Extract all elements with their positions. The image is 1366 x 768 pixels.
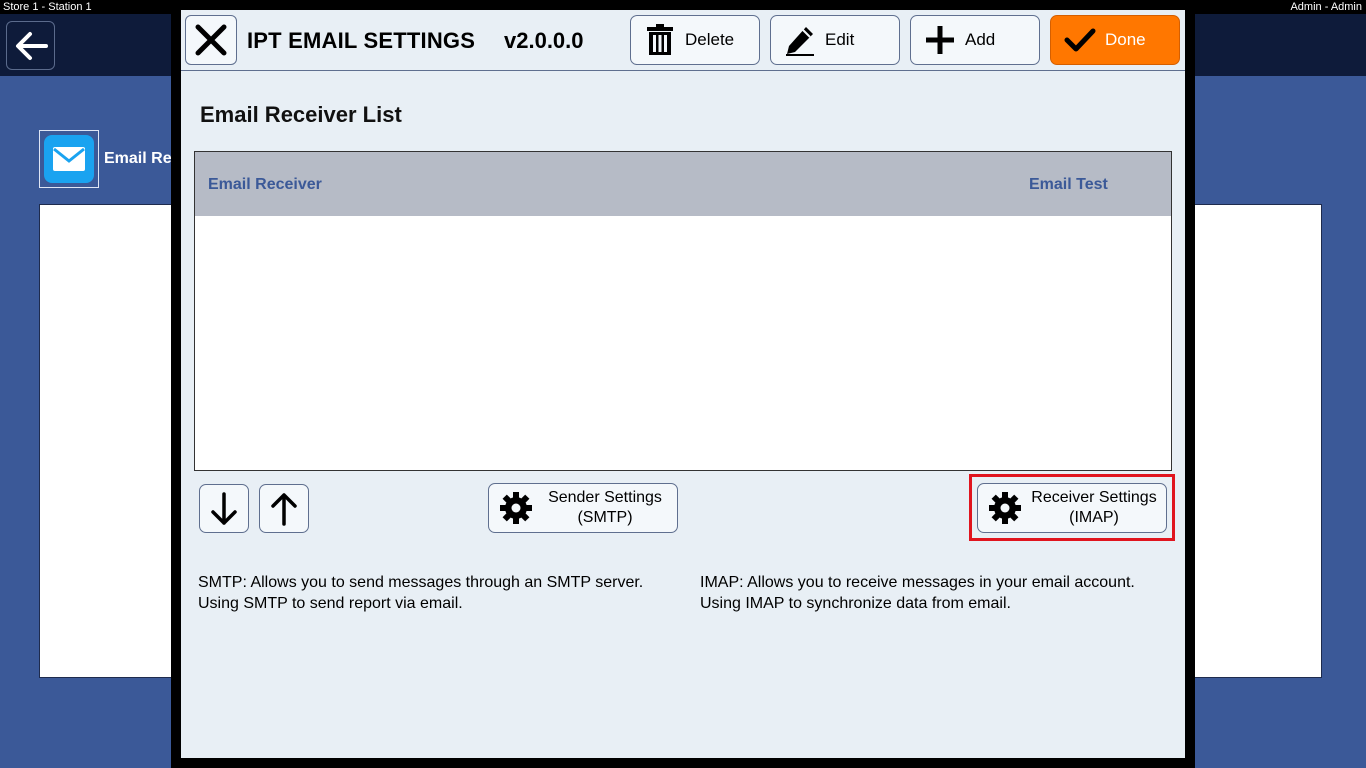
close-icon <box>195 24 227 56</box>
column-header-email-test[interactable]: Email Test <box>1029 176 1108 194</box>
plus-icon <box>923 23 957 57</box>
done-label: Done <box>1105 30 1146 49</box>
dialog-title: IPT EMAIL SETTINGS <box>247 28 476 53</box>
close-button[interactable] <box>185 15 237 65</box>
edit-button[interactable]: Edit <box>770 15 900 65</box>
receiver-settings-line2: (IMAP) <box>1069 509 1119 526</box>
smtp-description: SMTP: Allows you to send messages throug… <box>198 574 644 612</box>
arrow-left-icon <box>15 31 48 60</box>
move-down-button[interactable] <box>199 484 249 533</box>
dialog-version: v2.0.0.0 <box>504 28 584 53</box>
move-up-button[interactable] <box>259 484 309 533</box>
imap-description: IMAP: Allows you to receive messages in … <box>700 574 1135 612</box>
add-label: Add <box>965 30 996 49</box>
sender-settings-line2: (SMTP) <box>577 509 633 526</box>
receiver-settings-line1: Receiver Settings <box>1031 489 1157 506</box>
receiver-settings-label: Receiver Settings (IMAP) <box>1022 488 1166 528</box>
add-button[interactable]: Add <box>910 15 1040 65</box>
dialog-header: IPT EMAIL SETTINGS v2.0.0.0 Delete Edit … <box>181 10 1185 71</box>
arrow-down-icon <box>211 491 237 525</box>
arrow-up-icon <box>271 492 297 526</box>
receiver-settings-button[interactable]: Receiver Settings (IMAP) <box>977 483 1167 533</box>
email-receiver-table[interactable]: Email Receiver Email Test <box>194 151 1172 471</box>
delete-label: Delete <box>685 30 735 49</box>
envelope-icon <box>44 135 94 183</box>
gear-icon <box>499 491 533 525</box>
sender-settings-button[interactable]: Sender Settings (SMTP) <box>488 483 678 533</box>
station-label: Store 1 - Station 1 <box>3 1 92 13</box>
email-app-label: Email Re <box>104 150 172 167</box>
user-label: Admin - Admin <box>1290 1 1362 13</box>
column-header-email-receiver[interactable]: Email Receiver <box>208 176 322 194</box>
trash-icon <box>643 23 677 57</box>
delete-button[interactable]: Delete <box>630 15 760 65</box>
gear-icon <box>988 491 1022 525</box>
back-button[interactable] <box>6 21 55 70</box>
table-header: Email Receiver Email Test <box>195 152 1171 216</box>
sender-settings-line1: Sender Settings <box>548 489 662 506</box>
checkmark-icon <box>1063 23 1097 57</box>
email-app-tile[interactable] <box>39 130 99 188</box>
section-title: Email Receiver List <box>200 102 402 127</box>
pencil-icon <box>783 23 817 57</box>
edit-label: Edit <box>825 30 855 49</box>
done-button[interactable]: Done <box>1050 15 1180 65</box>
sender-settings-label: Sender Settings (SMTP) <box>533 488 677 528</box>
email-settings-dialog: IPT EMAIL SETTINGS v2.0.0.0 Delete Edit … <box>181 10 1185 758</box>
